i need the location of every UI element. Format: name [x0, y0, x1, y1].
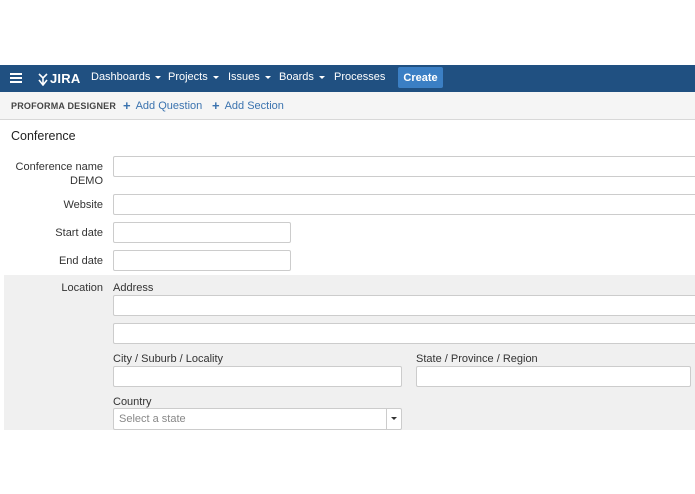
logo-text: JIRA [50, 71, 81, 86]
plus-icon: + [212, 98, 220, 113]
nav-boards[interactable]: Boards [279, 71, 325, 83]
country-label: Country [113, 396, 152, 408]
nav-issues[interactable]: Issues [228, 71, 271, 83]
toolbar-title: PROFORMA DESIGNER [11, 101, 117, 111]
country-select[interactable]: Select a state [113, 408, 402, 430]
address-label: Address [113, 282, 154, 294]
nav-projects[interactable]: Projects [168, 71, 219, 83]
nav-boards-label: Boards [279, 71, 314, 83]
website-label: Website [63, 199, 103, 211]
chevron-down-icon [264, 75, 271, 79]
conference-name-input[interactable] [113, 156, 695, 177]
chevron-down-icon [212, 75, 219, 79]
proforma-toolbar: PROFORMA DESIGNER + Add Question + Add S… [0, 92, 695, 120]
plus-icon: + [123, 98, 131, 113]
country-select-placeholder: Select a state [119, 413, 186, 425]
conference-name-label: Conference name [15, 161, 103, 173]
address-line1-input[interactable] [113, 295, 695, 316]
website-input[interactable] [113, 194, 695, 215]
nav-processes[interactable]: Processes [334, 71, 385, 83]
nav-issues-label: Issues [228, 71, 260, 83]
start-date-label: Start date [55, 227, 103, 239]
nav-processes-label: Processes [334, 71, 386, 83]
conference-name-sublabel: DEMO [70, 175, 103, 187]
city-label: City / Suburb / Locality [113, 353, 224, 365]
chevron-down-icon [318, 75, 325, 79]
add-question-label: Add Question [135, 100, 203, 112]
nav-projects-label: Projects [168, 71, 208, 83]
end-date-input[interactable] [113, 250, 291, 271]
add-question-button[interactable]: + Add Question [123, 98, 203, 113]
location-label: Location [61, 282, 103, 294]
chevron-down-icon [155, 75, 162, 79]
jira-logo[interactable]: JIRA [37, 71, 80, 86]
section-title: Conference [11, 129, 76, 143]
chevron-down-icon[interactable] [386, 409, 401, 429]
create-button[interactable]: Create [398, 67, 443, 88]
add-section-label: Add Section [224, 100, 284, 112]
add-section-button[interactable]: + Add Section [212, 98, 284, 113]
top-navigation-bar: JIRA Dashboards Projects Issues Boards P… [0, 65, 695, 92]
end-date-label: End date [58, 255, 103, 267]
nav-dashboards[interactable]: Dashboards [91, 71, 162, 83]
state-label: State / Province / Region [416, 353, 538, 365]
nav-dashboards-label: Dashboards [91, 71, 151, 83]
city-input[interactable] [113, 366, 402, 387]
address-line2-input[interactable] [113, 323, 695, 344]
menu-icon[interactable] [10, 73, 22, 83]
start-date-input[interactable] [113, 222, 291, 243]
jira-logo-icon [38, 72, 48, 86]
state-input[interactable] [416, 366, 691, 387]
